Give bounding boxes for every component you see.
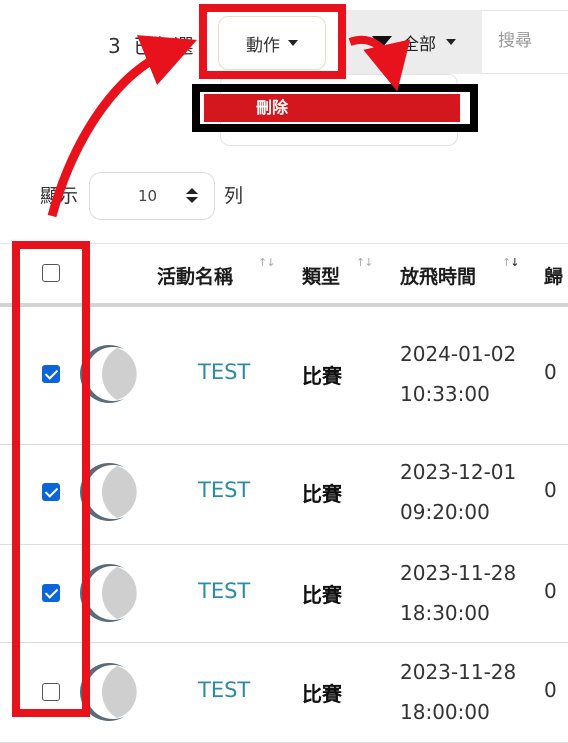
release-clock: 10:33:00	[400, 382, 490, 406]
extra-value: 0	[544, 579, 557, 603]
table-row: TEST 比賽 2023-11-28 18:30:00 0	[0, 544, 568, 643]
moon-icon	[80, 463, 139, 521]
release-clock: 18:00:00	[400, 700, 490, 724]
search-box	[482, 10, 568, 74]
table-row: TEST 比賽 2024-01-02 10:33:00 0	[0, 306, 568, 445]
table-row: TEST 比賽 2023-12-01 09:20:00 0	[0, 444, 568, 545]
filter-dropdown-button[interactable]: 全部	[346, 10, 482, 74]
selected-count: 3	[108, 34, 121, 58]
event-type: 比賽	[302, 583, 342, 607]
spinner-icon	[186, 188, 198, 203]
extra-value: 0	[544, 478, 557, 502]
release-time: 2024-01-02 10:33:00	[400, 334, 516, 414]
page-size-select[interactable]: 10	[89, 172, 215, 220]
release-clock: 09:20:00	[400, 500, 490, 524]
extra-value: 0	[544, 678, 557, 702]
moon-icon	[80, 345, 139, 403]
delete-menu-item[interactable]: 刪除	[204, 94, 460, 122]
release-time: 2023-12-01 09:20:00	[400, 452, 516, 532]
release-date: 2023-11-28	[400, 660, 517, 684]
event-name-link[interactable]: TEST	[198, 478, 250, 502]
select-all-checkbox[interactable]	[42, 264, 60, 282]
header-type[interactable]: 類型	[302, 262, 340, 289]
sort-icon[interactable]: ↑↓	[258, 256, 275, 269]
header-name[interactable]: 活動名稱	[157, 262, 233, 289]
page-size-value: 10	[138, 187, 158, 205]
event-name-link[interactable]: TEST	[198, 678, 250, 702]
moon-icon	[80, 564, 139, 622]
event-type: 比賽	[302, 364, 342, 388]
caret-down-icon	[288, 40, 298, 46]
rows-label: 列	[224, 185, 244, 207]
selected-count-text: 3 已勾選	[108, 30, 193, 59]
release-time: 2023-11-28 18:30:00	[400, 553, 516, 633]
search-input[interactable]	[498, 31, 568, 51]
event-type: 比賽	[302, 482, 342, 506]
event-name-link[interactable]: TEST	[198, 579, 250, 603]
filter-icon	[372, 36, 392, 54]
table-row: TEST 比賽 2023-11-28 18:00:00 0	[0, 642, 568, 743]
action-label: 動作	[246, 35, 280, 56]
caret-down-icon	[446, 39, 456, 45]
release-date: 2023-11-28	[400, 561, 517, 585]
table-header: 活動名稱 ↑↓ 類型 ↑↓ 放飛時間 ↑↓ 歸	[0, 243, 568, 307]
row-checkbox[interactable]	[42, 483, 60, 501]
release-clock: 18:30:00	[400, 601, 490, 625]
event-type: 比賽	[302, 682, 342, 706]
filter-label: 全部	[402, 34, 436, 55]
release-date: 2024-01-02	[400, 342, 517, 366]
event-name-link[interactable]: TEST	[198, 360, 250, 384]
header-time[interactable]: 放飛時間	[400, 262, 476, 289]
header-extra[interactable]: 歸	[544, 262, 563, 289]
extra-value: 0	[544, 360, 557, 384]
action-dropdown-button[interactable]: 動作	[218, 16, 326, 70]
show-label: 顯示	[40, 185, 79, 207]
row-checkbox[interactable]	[42, 683, 60, 701]
sort-desc-icon[interactable]: ↑↓	[502, 256, 519, 269]
row-checkbox[interactable]	[42, 365, 60, 383]
sort-icon[interactable]: ↑↓	[356, 256, 373, 269]
row-checkbox[interactable]	[42, 584, 60, 602]
release-time: 2023-11-28 18:00:00	[400, 652, 516, 732]
selected-label: 已勾選	[133, 34, 194, 58]
release-date: 2023-12-01	[400, 460, 517, 484]
moon-icon	[80, 663, 139, 721]
